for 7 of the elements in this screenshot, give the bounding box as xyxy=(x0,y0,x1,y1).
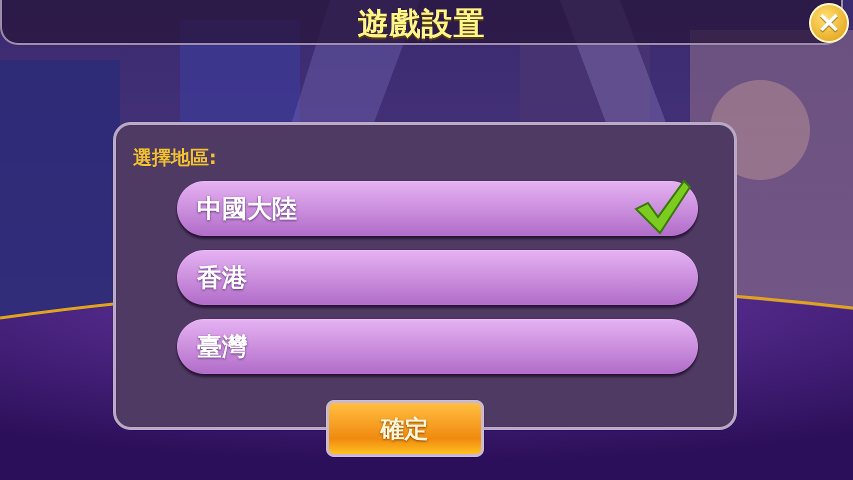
confirm-button[interactable]: 確定 xyxy=(326,400,484,457)
window-title: 遊戲設置 xyxy=(358,4,486,44)
region-option[interactable]: 臺灣 xyxy=(177,319,698,374)
checkmark-icon xyxy=(634,179,692,235)
region-option[interactable]: 香港 xyxy=(177,250,698,305)
region-label: 選擇地區: xyxy=(133,146,218,170)
region-option[interactable]: 中國大陸 xyxy=(177,181,698,236)
